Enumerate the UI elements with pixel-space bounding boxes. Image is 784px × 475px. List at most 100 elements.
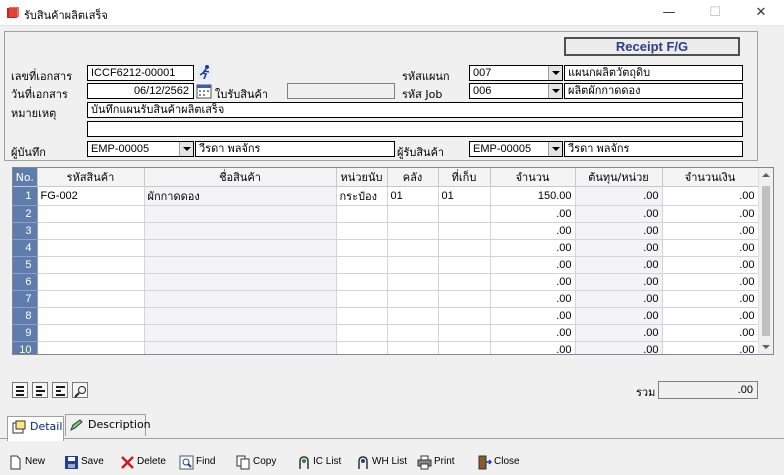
cell-location[interactable] xyxy=(438,273,491,291)
running-man-icon[interactable] xyxy=(197,64,213,80)
table-row[interactable]: 8.00.00.00 xyxy=(13,307,759,325)
cell-amount[interactable]: .00 xyxy=(662,324,759,342)
cell-location[interactable] xyxy=(438,256,491,274)
cell-quantity[interactable]: 150.00 xyxy=(490,186,576,206)
cell-quantity[interactable]: .00 xyxy=(490,256,576,274)
cell-unit-cost[interactable]: .00 xyxy=(575,222,663,240)
copy-button[interactable]: Copy xyxy=(236,454,276,472)
cell-unit-cost[interactable]: .00 xyxy=(575,290,663,308)
receiver-dropdown-icon[interactable] xyxy=(548,142,562,156)
table-row[interactable]: 2.00.00.00 xyxy=(13,205,759,223)
cell-amount[interactable]: .00 xyxy=(662,205,759,223)
insert-row-icon[interactable] xyxy=(12,382,28,398)
cell-quantity[interactable]: .00 xyxy=(490,290,576,308)
cell-amount[interactable]: .00 xyxy=(662,341,759,354)
cell-unit[interactable] xyxy=(336,341,388,354)
cell-location[interactable] xyxy=(438,205,491,223)
table-row[interactable]: 4.00.00.00 xyxy=(13,239,759,257)
cell-item-name[interactable] xyxy=(144,341,337,354)
cell-item-name[interactable] xyxy=(144,205,337,223)
cell-amount[interactable]: .00 xyxy=(662,186,759,206)
cell-item-code[interactable] xyxy=(37,222,145,240)
row-number[interactable]: 9 xyxy=(13,324,38,342)
cell-item-name[interactable] xyxy=(144,256,337,274)
cell-amount[interactable]: .00 xyxy=(662,256,759,274)
col-header-amount[interactable]: จำนวนเงิน xyxy=(662,168,759,187)
cell-unit-cost[interactable]: .00 xyxy=(575,239,663,257)
close-button[interactable]: Close xyxy=(477,454,520,472)
cell-item-name[interactable] xyxy=(144,307,337,325)
delete-button[interactable]: Delete xyxy=(120,454,166,472)
row-number[interactable]: 10 xyxy=(13,341,38,354)
cell-item-name[interactable] xyxy=(144,239,337,257)
cell-quantity[interactable]: .00 xyxy=(490,239,576,257)
cell-warehouse[interactable] xyxy=(387,290,439,308)
cell-item-name[interactable] xyxy=(144,222,337,240)
cell-amount[interactable]: .00 xyxy=(662,307,759,325)
table-row[interactable]: 1 FG-002 ผักกาดดอง กระป๋อง 01 01 150.00.00.00 xyxy=(13,186,759,206)
cell-unit[interactable]: กระป๋อง xyxy=(336,186,388,206)
calendar-icon[interactable] xyxy=(196,83,212,99)
row-number[interactable]: 1 xyxy=(13,186,38,206)
cell-warehouse[interactable] xyxy=(387,324,439,342)
cell-unit-cost[interactable]: .00 xyxy=(575,341,663,354)
remark-field-1[interactable]: บันทึกแผนรับสินค้าผลิตเสร็จ xyxy=(87,102,743,118)
cell-quantity[interactable]: .00 xyxy=(490,205,576,223)
cell-location[interactable] xyxy=(438,307,491,325)
cell-item-code[interactable] xyxy=(37,239,145,257)
cell-unit-cost[interactable]: .00 xyxy=(575,256,663,274)
scroll-down-icon[interactable] xyxy=(762,345,770,349)
maximize-button[interactable]: ☐ xyxy=(692,0,738,26)
cell-location[interactable] xyxy=(438,341,491,354)
zoom-icon[interactable] xyxy=(72,382,88,398)
cell-item-code[interactable] xyxy=(37,205,145,223)
cell-item-code[interactable] xyxy=(37,341,145,354)
cell-quantity[interactable]: .00 xyxy=(490,324,576,342)
new-button[interactable]: New xyxy=(8,454,45,472)
cell-amount[interactable]: .00 xyxy=(662,273,759,291)
table-row[interactable]: 6.00.00.00 xyxy=(13,273,759,291)
cell-unit-cost[interactable]: .00 xyxy=(575,186,663,206)
row-number[interactable]: 8 xyxy=(13,307,38,325)
col-header-unit[interactable]: หน่วยนับ xyxy=(336,168,388,187)
items-grid[interactable]: No. รหัสสินค้า ชื่อสินค้า หน่วยนับ คลัง … xyxy=(12,167,774,355)
cell-amount[interactable]: .00 xyxy=(662,222,759,240)
ic-list-button[interactable]: IC List xyxy=(296,454,341,472)
cell-location[interactable] xyxy=(438,324,491,342)
col-header-unit-cost[interactable]: ต้นทุน/หน่วย xyxy=(575,168,663,187)
row-number[interactable]: 2 xyxy=(13,205,38,223)
row-number[interactable]: 4 xyxy=(13,239,38,257)
cell-unit-cost[interactable]: .00 xyxy=(575,324,663,342)
cell-amount[interactable]: .00 xyxy=(662,239,759,257)
recorder-dropdown-icon[interactable] xyxy=(179,142,193,156)
cell-warehouse[interactable] xyxy=(387,256,439,274)
cell-unit[interactable] xyxy=(336,222,388,240)
cell-item-name[interactable]: ผักกาดดอง xyxy=(144,186,337,206)
table-row[interactable]: 9.00.00.00 xyxy=(13,324,759,342)
cell-item-code[interactable] xyxy=(37,324,145,342)
cell-unit[interactable] xyxy=(336,256,388,274)
tab-description[interactable]: Description xyxy=(65,414,151,436)
cell-unit-cost[interactable]: .00 xyxy=(575,273,663,291)
job-dropdown-icon[interactable] xyxy=(548,84,562,98)
cell-quantity[interactable]: .00 xyxy=(490,307,576,325)
cell-location[interactable]: 01 xyxy=(438,186,491,206)
cell-warehouse[interactable] xyxy=(387,205,439,223)
cell-unit[interactable] xyxy=(336,273,388,291)
row-number[interactable]: 3 xyxy=(13,222,38,240)
cell-unit-cost[interactable]: .00 xyxy=(575,205,663,223)
col-header-item-name[interactable]: ชื่อสินค้า xyxy=(144,168,337,187)
cell-unit[interactable] xyxy=(336,290,388,308)
row-number[interactable]: 7 xyxy=(13,290,38,308)
delete-row-icon[interactable] xyxy=(32,382,48,398)
row-number[interactable]: 6 xyxy=(13,273,38,291)
tab-detail[interactable]: Detail xyxy=(7,416,64,441)
cell-item-name[interactable] xyxy=(144,324,337,342)
cell-location[interactable] xyxy=(438,290,491,308)
cell-item-name[interactable] xyxy=(144,290,337,308)
cell-warehouse[interactable]: 01 xyxy=(387,186,439,206)
col-header-location[interactable]: ที่เก็บ xyxy=(438,168,491,187)
cell-item-code[interactable] xyxy=(37,307,145,325)
cell-item-code[interactable]: FG-002 xyxy=(37,186,145,206)
scroll-up-icon[interactable] xyxy=(762,173,770,177)
